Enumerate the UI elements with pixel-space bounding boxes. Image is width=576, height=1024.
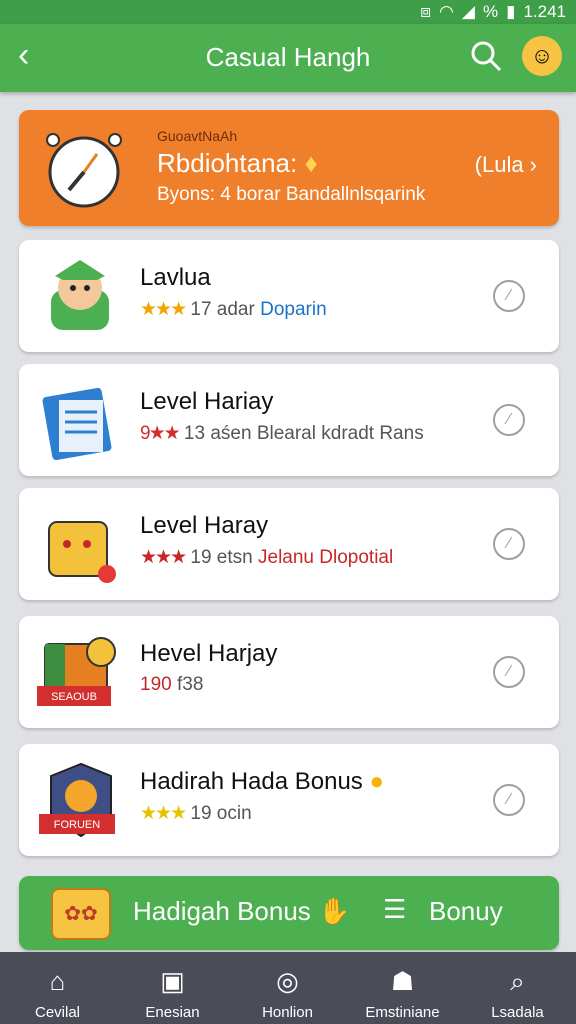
battery-percent: % [482,2,499,21]
level-card-4[interactable]: SEAOUB Hevel Harjay 190 f38 ⁄ [19,616,559,728]
search-icon: ⌕ [510,966,525,996]
bonus-label-text: Hadigah Bonus [133,896,311,926]
level-name: Level Hariay [140,388,274,415]
goblin-character-icon [51,260,109,330]
rating-stars: ★★★ [140,547,187,568]
clock: 1.241 [523,2,566,21]
bear-shield-icon: FORUEN [39,762,115,838]
level-count: 190 [140,674,172,695]
gift-icon: ✿✿ [51,888,111,940]
badge-icon: ☗ [390,966,415,996]
play-check-icon[interactable]: ⁄ [493,784,525,816]
level-meta: ★★★ 17 adar Doparin [140,298,327,321]
stopwatch-icon [46,133,122,208]
calendar-icon: ▣ [160,966,185,996]
banner-title: Rbdiohtana: ♦ [157,148,318,179]
level-extra: Jelanu Dlopotial [258,547,394,568]
rating-stars: ★★★ [140,803,187,824]
tab-calendar[interactable]: ▣ Enesian [115,952,230,1024]
level-card-3[interactable]: Level Haray ★★★ 19 etsn Jelanu Dlopotial… [19,488,559,600]
bottom-tab-bar: ⌂ Cevilal ▣ Enesian ◎ Honlion ☗ Emstinia… [0,952,576,1024]
thumbs-up-icon: ✋ [318,896,351,926]
bonus-secondary-label[interactable]: Bonuy [429,896,503,927]
profile-face-icon[interactable]: ☺ [522,36,562,76]
level-name: Lavlua [140,264,211,291]
play-check-icon[interactable]: ⁄ [493,656,525,688]
level-count: 19 ocin [190,803,252,824]
document-icon: ☰ [383,894,407,924]
tab-search[interactable]: ⌕ Lsadala [460,952,575,1024]
play-check-icon[interactable]: ⁄ [493,280,525,312]
bear-icon: ● [369,768,384,795]
treasure-box-icon: SEAOUB [37,637,116,706]
level-card-2[interactable]: Level Hariay 9★★ 13 aśen Blearal kdradt … [19,364,559,476]
book-icon [42,387,112,461]
app-bar: ‹ Casual Hangh ☺ [0,24,576,92]
vibrate-icon: ⧈ [420,2,432,21]
tab-label: Lsadala [491,1004,544,1021]
banner-cta[interactable]: (Lula › [475,152,537,178]
dice-icon [48,521,116,583]
rating-stars: 9★★ [140,423,181,444]
featured-banner[interactable]: GuoavtNaAh Rbdiohtana: ♦ Byons: 4 borar … [19,110,559,226]
tab-label: Cevilal [34,1004,80,1021]
bonus-label: Hadigah Bonus ✋ [133,896,350,927]
home-icon: ⌂ [49,966,66,996]
banner-subtitle: Byons: 4 borar Bandallnlsqarink [157,184,426,205]
level-count: 13 aśen [183,423,252,444]
tab-label: Emstiniane [365,1004,440,1021]
search-icon[interactable] [468,38,504,74]
rating-stars: ★★★ [140,299,187,320]
play-check-icon[interactable]: ⁄ [493,528,525,560]
level-meta: ★★★ 19 ocin [140,802,252,825]
banner-title-text: Rbdiohtana: [157,148,305,178]
level-meta: ★★★ 19 etsn Jelanu Dlopotial [140,546,393,569]
svg-text:SEAOUB: SEAOUB [51,691,97,703]
status-bar: ⧈ ◠ ◢ % ▮ 1.241 [0,0,576,24]
level-name: Hadirah Hada Bonus ● [140,768,384,796]
level-meta: 9★★ 13 aśen Blearal kdradt Rans [140,422,424,445]
level-count: 19 etsn [190,547,253,568]
signal-icon: ◢ [461,2,475,21]
svg-text:FORUEN: FORUEN [54,819,101,831]
level-extra: f38 [176,674,204,695]
level-card-1[interactable]: Lavlua ★★★ 17 adar Doparin ⁄ [19,240,559,352]
battery-icon: ▮ [506,2,516,21]
bonus-bar[interactable]: ✿✿ Hadigah Bonus ✋ ☰ Bonuy [19,876,559,950]
play-check-icon[interactable]: ⁄ [493,404,525,436]
tab-badge[interactable]: ☗ Emstiniane [345,952,460,1024]
wifi-icon: ◠ [439,2,454,21]
level-card-5[interactable]: FORUEN Hadirah Hada Bonus ● ★★★ 19 ocin … [19,744,559,856]
compass-icon: ◎ [276,966,299,996]
level-name: Level Haray [140,512,269,539]
level-meta: 190 f38 [140,674,203,696]
coin-icon: ♦ [304,148,318,178]
level-name: Hevel Harjay [140,640,278,667]
level-count: 17 adar [190,299,255,320]
tab-home[interactable]: ⌂ Cevilal [0,952,115,1024]
tab-label: Enesian [145,1004,200,1021]
tab-compass[interactable]: ◎ Honlion [230,952,345,1024]
level-extra: Blearal kdradt Rans [256,423,424,444]
level-extra: Doparin [260,299,327,320]
tab-label: Honlion [262,1004,313,1021]
level-name-text: Hadirah Hada Bonus [140,768,363,795]
banner-eyebrow: GuoavtNaAh [157,128,238,144]
